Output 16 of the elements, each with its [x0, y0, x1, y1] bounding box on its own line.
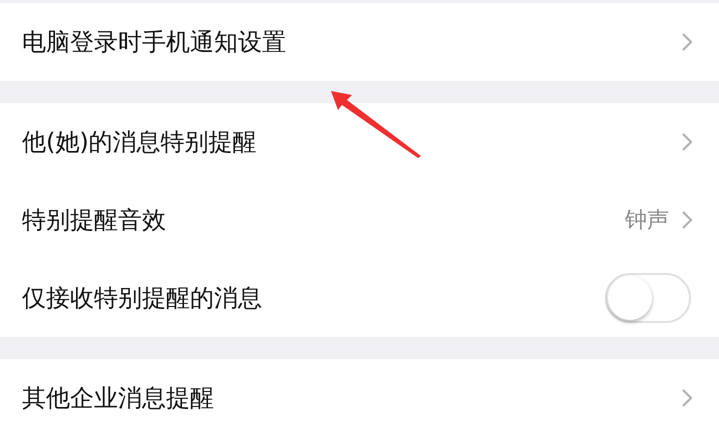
settings-row[interactable]: 其他企业消息提醒 — [0, 359, 719, 433]
toggle-switch[interactable] — [605, 273, 691, 323]
chevron-icon — [681, 388, 693, 408]
row-label: 仅接收特别提醒的消息 — [22, 283, 263, 314]
row-label: 电脑登录时手机通知设置 — [22, 27, 287, 58]
row-label: 特别提醒音效 — [22, 205, 167, 236]
chevron-icon — [681, 32, 693, 52]
row-label: 其他企业消息提醒 — [22, 383, 215, 414]
chevron-icon — [681, 210, 693, 230]
row-label: 他(她)的消息特别提醒 — [22, 127, 258, 158]
row-value: 钟声 — [625, 207, 669, 235]
settings-row[interactable]: 仅接收特别提醒的消息 — [0, 259, 719, 337]
settings-row[interactable]: 电脑登录时手机通知设置 — [0, 3, 719, 81]
settings-row[interactable]: 特别提醒音效 钟声 — [0, 181, 719, 259]
chevron-icon — [681, 132, 693, 152]
settings-row[interactable]: 他(她)的消息特别提醒 — [0, 103, 719, 181]
